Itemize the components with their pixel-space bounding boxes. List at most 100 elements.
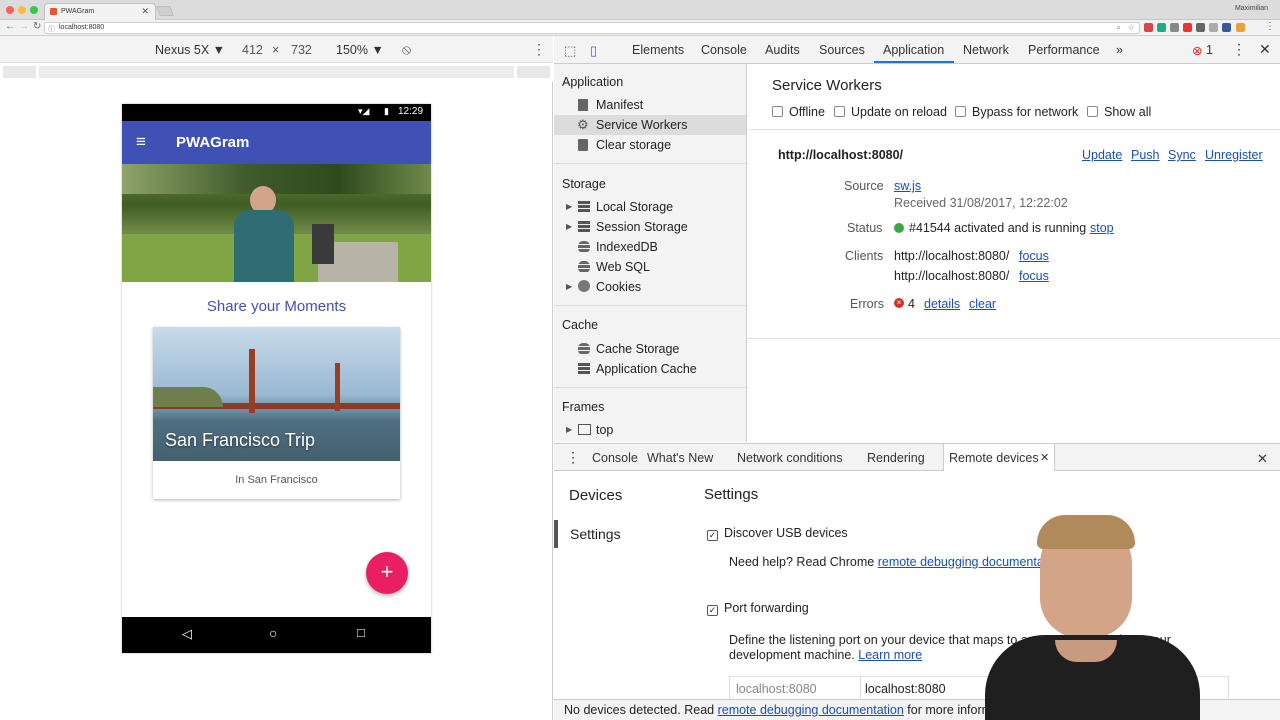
clear-link[interactable]: clear: [969, 297, 996, 311]
bookmark-star-icon[interactable]: ☆: [1128, 23, 1135, 32]
close-window-button[interactable]: [6, 6, 14, 14]
tab-application[interactable]: Application: [883, 43, 944, 57]
nav-devices[interactable]: Devices: [569, 487, 622, 504]
drawer-tab-whats-new[interactable]: What's New: [647, 451, 713, 465]
device-select[interactable]: Nexus 5X ▼: [155, 43, 225, 57]
bypass-for-network-option[interactable]: Bypass for network: [955, 105, 1078, 119]
device-width-input[interactable]: 412: [242, 43, 263, 57]
zoom-icon[interactable]: ⌕: [1117, 23, 1121, 33]
close-drawer-icon[interactable]: ✕: [1257, 451, 1268, 467]
checkbox-checked[interactable]: ✓: [707, 605, 718, 616]
reload-icon[interactable]: ↻: [33, 21, 41, 32]
source-file-link[interactable]: sw.js: [894, 179, 921, 193]
expand-arrow-icon[interactable]: ▶: [566, 222, 572, 231]
inspect-element-icon[interactable]: ⬚: [564, 43, 576, 59]
page-info-icon[interactable]: ⓘ: [48, 24, 55, 34]
sync-link[interactable]: Sync: [1168, 148, 1196, 162]
more-tabs-button[interactable]: »: [1116, 43, 1123, 57]
tab-network[interactable]: Network: [963, 43, 1009, 57]
post-card[interactable]: San Francisco Trip In San Francisco: [153, 327, 400, 499]
extension-icon[interactable]: [1144, 23, 1153, 32]
recents-nav-icon[interactable]: □: [357, 625, 365, 640]
checkbox[interactable]: [772, 106, 783, 117]
back-icon[interactable]: ←: [5, 21, 15, 32]
close-tab-icon[interactable]: ✕: [141, 6, 149, 17]
tab-console[interactable]: Console: [701, 43, 747, 57]
add-post-button[interactable]: +: [366, 552, 408, 594]
checkbox[interactable]: [955, 106, 966, 117]
sidebar-item-web-sql[interactable]: Web SQL: [596, 260, 650, 274]
media-query-segment[interactable]: [3, 66, 36, 78]
sidebar-item-service-workers[interactable]: Service Workers: [596, 118, 687, 132]
device-port-cell[interactable]: localhost:8080: [736, 682, 817, 696]
devtools-menu-icon[interactable]: ⋮: [1232, 41, 1246, 58]
sidebar-item-manifest[interactable]: Manifest: [596, 98, 643, 112]
error-icon[interactable]: ⊗: [1192, 43, 1202, 58]
back-nav-icon[interactable]: ◁: [182, 626, 192, 642]
extension-icon[interactable]: [1209, 23, 1218, 32]
extension-icon[interactable]: [1222, 23, 1231, 32]
error-count[interactable]: 1: [1206, 43, 1213, 57]
media-query-segment[interactable]: [517, 66, 550, 78]
minimize-window-button[interactable]: [18, 6, 26, 14]
profile-name[interactable]: Maximilian: [1235, 5, 1268, 12]
extension-icon[interactable]: [1183, 23, 1192, 32]
show-all-option[interactable]: Show all: [1087, 105, 1151, 119]
device-options-icon[interactable]: ⋮: [532, 41, 546, 58]
rotate-icon[interactable]: ⦸: [402, 41, 411, 58]
sidebar-item-clear-storage[interactable]: Clear storage: [596, 138, 671, 152]
device-mode-icon[interactable]: ▯: [590, 43, 597, 59]
checkbox-checked[interactable]: ✓: [707, 530, 718, 541]
update-link[interactable]: Update: [1082, 148, 1122, 162]
zoom-select[interactable]: 150% ▼: [336, 43, 384, 57]
drawer-tab-rendering[interactable]: Rendering: [867, 451, 925, 465]
drawer-tab-network-conditions[interactable]: Network conditions: [737, 451, 843, 465]
learn-more-link[interactable]: Learn more: [858, 648, 922, 662]
stop-link[interactable]: stop: [1090, 221, 1114, 235]
browser-tab[interactable]: PWAGram ✕: [44, 3, 156, 20]
update-on-reload-option[interactable]: Update on reload: [834, 105, 947, 119]
sidebar-item-frame-top[interactable]: top: [596, 423, 613, 437]
sidebar-item-local-storage[interactable]: Local Storage: [596, 200, 673, 214]
details-link[interactable]: details: [924, 297, 960, 311]
sidebar-item-cookies[interactable]: Cookies: [596, 280, 641, 294]
offline-option[interactable]: Offline: [772, 105, 825, 119]
drawer-tab-console[interactable]: Console: [592, 451, 638, 465]
chrome-menu-icon[interactable]: ⋮: [1265, 21, 1275, 32]
checkbox[interactable]: [1087, 106, 1098, 117]
close-tab-icon[interactable]: ✕: [1040, 451, 1049, 464]
footer-docs-link[interactable]: remote debugging documentation: [718, 703, 904, 717]
device-height-input[interactable]: 732: [291, 43, 312, 57]
home-nav-icon[interactable]: ○: [269, 625, 277, 641]
extension-icon[interactable]: [1157, 23, 1166, 32]
discover-usb-option[interactable]: ✓ Discover USB devices: [707, 526, 848, 541]
drawer-tab-remote-devices[interactable]: Remote devices ✕: [943, 444, 1055, 471]
push-link[interactable]: Push: [1131, 148, 1160, 162]
local-address-cell[interactable]: localhost:8080: [865, 682, 946, 696]
focus-link[interactable]: focus: [1019, 269, 1049, 283]
new-tab-button[interactable]: [156, 6, 174, 16]
focus-link[interactable]: focus: [1019, 249, 1049, 263]
checkbox[interactable]: [834, 106, 845, 117]
close-devtools-icon[interactable]: ✕: [1259, 41, 1271, 58]
nav-settings[interactable]: Settings: [570, 526, 621, 542]
zoom-window-button[interactable]: [30, 6, 38, 14]
sidebar-item-application-cache[interactable]: Application Cache: [596, 362, 697, 376]
media-query-segment[interactable]: [39, 66, 514, 78]
unregister-link[interactable]: Unregister: [1205, 148, 1263, 162]
tab-audits[interactable]: Audits: [765, 43, 800, 57]
extension-icon[interactable]: [1236, 23, 1245, 32]
port-forwarding-option[interactable]: ✓ Port forwarding: [707, 601, 809, 616]
tab-elements[interactable]: Elements: [632, 43, 684, 57]
sidebar-item-indexeddb[interactable]: IndexedDB: [596, 240, 658, 254]
forward-icon[interactable]: →: [19, 21, 29, 32]
expand-arrow-icon[interactable]: ▶: [566, 282, 572, 291]
address-bar[interactable]: ⓘ localhost:8080 ⌕ ☆: [44, 22, 1140, 34]
extension-icon[interactable]: [1196, 23, 1205, 32]
hamburger-menu-icon[interactable]: ≡: [136, 132, 146, 152]
sidebar-item-session-storage[interactable]: Session Storage: [596, 220, 688, 234]
sidebar-item-cache-storage[interactable]: Cache Storage: [596, 342, 679, 356]
extension-icon[interactable]: [1170, 23, 1179, 32]
expand-arrow-icon[interactable]: ▶: [566, 425, 572, 434]
expand-arrow-icon[interactable]: ▶: [566, 202, 572, 211]
